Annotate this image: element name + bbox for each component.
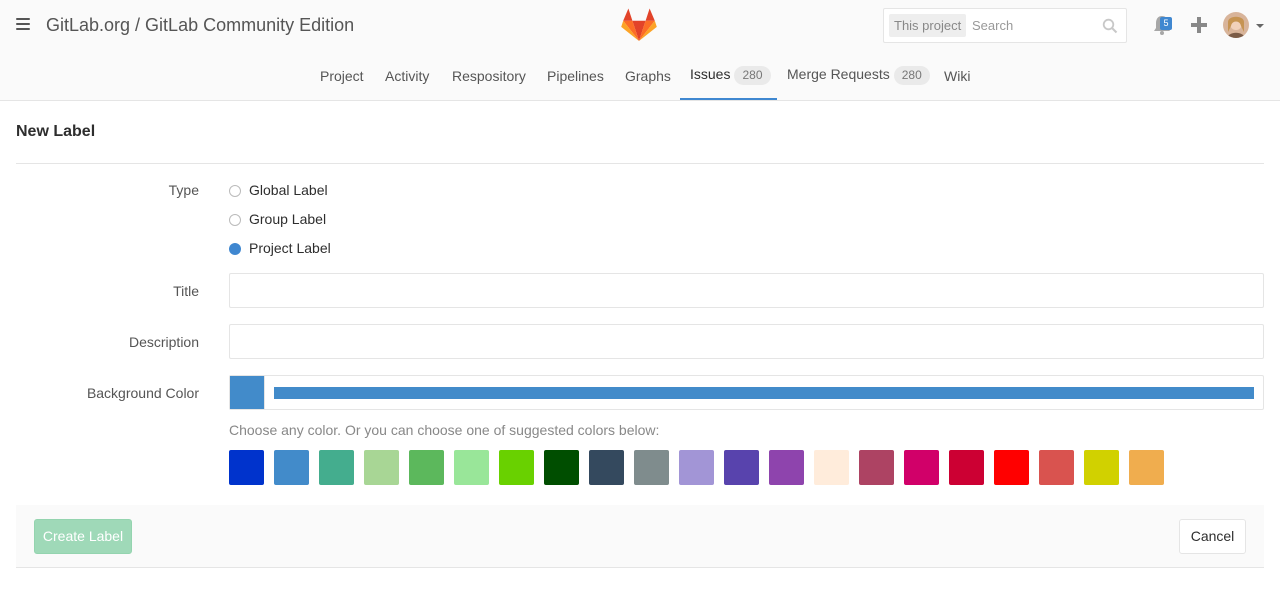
tab-activity[interactable]: Activity <box>385 68 429 84</box>
color-swatch[interactable] <box>1129 450 1164 485</box>
suggested-colors <box>229 450 1169 485</box>
tab-label: Activity <box>385 68 430 84</box>
create-label-button[interactable]: Create Label <box>34 519 132 554</box>
selected-color-preview[interactable] <box>230 376 265 409</box>
color-swatch[interactable] <box>769 450 804 485</box>
form-actions: Create Label Cancel <box>16 505 1264 568</box>
color-swatch[interactable] <box>319 450 354 485</box>
color-value-bar[interactable] <box>274 387 1254 399</box>
color-swatch[interactable] <box>454 450 489 485</box>
tab-label: Wiki <box>944 68 971 84</box>
top-header: GitLab.org / GitLab Community Edition Th… <box>0 0 1280 101</box>
tab-repository[interactable]: Respository <box>452 68 526 84</box>
notification-badge[interactable]: 5 <box>1160 17 1172 30</box>
tab-wiki[interactable]: Wiki <box>944 68 970 84</box>
color-swatch[interactable] <box>634 450 669 485</box>
background-color-input[interactable] <box>229 375 1264 410</box>
color-swatch[interactable] <box>589 450 624 485</box>
radio-button-checked[interactable] <box>229 243 241 255</box>
menu-icon[interactable] <box>16 18 30 32</box>
color-swatch[interactable] <box>859 450 894 485</box>
cancel-button[interactable]: Cancel <box>1179 519 1246 554</box>
radio-button[interactable] <box>229 185 241 197</box>
tab-pipelines[interactable]: Pipelines <box>547 68 604 84</box>
radio-button[interactable] <box>229 214 241 226</box>
tab-label: Project <box>320 68 364 84</box>
search-icon <box>1102 18 1118 34</box>
tab-label: Respository <box>452 68 526 84</box>
search-box[interactable]: This project Search <box>883 8 1127 43</box>
issues-count-badge: 280 <box>734 66 771 85</box>
title-input[interactable] <box>229 273 1264 308</box>
color-swatch[interactable] <box>1084 450 1119 485</box>
color-hint: Choose any color. Or you can choose one … <box>229 422 660 438</box>
color-swatch[interactable] <box>1039 450 1074 485</box>
chevron-down-icon[interactable] <box>1256 24 1264 28</box>
color-swatch[interactable] <box>724 450 759 485</box>
avatar[interactable] <box>1223 12 1249 38</box>
color-swatch[interactable] <box>904 450 939 485</box>
tab-label: Pipelines <box>547 68 604 84</box>
description-input[interactable] <box>229 324 1264 359</box>
type-label: Type <box>168 182 199 198</box>
color-swatch[interactable] <box>409 450 444 485</box>
merge-requests-count-badge: 280 <box>893 66 930 85</box>
tab-graphs[interactable]: Graphs <box>625 68 671 84</box>
search-scope-badge[interactable]: This project <box>889 14 967 37</box>
tab-label: Merge Requests <box>787 66 890 82</box>
tab-issues[interactable]: Issues 280 <box>690 66 771 85</box>
color-swatch[interactable] <box>544 450 579 485</box>
color-swatch[interactable] <box>994 450 1029 485</box>
plus-icon[interactable] <box>1190 16 1208 34</box>
tab-project[interactable]: Project <box>320 68 364 84</box>
tab-label: Issues <box>690 66 731 82</box>
title-label: Title <box>173 283 199 299</box>
background-color-label: Background Color <box>86 385 199 401</box>
divider <box>16 163 1264 164</box>
color-swatch[interactable] <box>814 450 849 485</box>
active-tab-indicator <box>680 98 777 100</box>
color-swatch[interactable] <box>364 450 399 485</box>
page-title: New Label <box>16 123 96 140</box>
color-swatch[interactable] <box>274 450 309 485</box>
tab-label: Graphs <box>625 68 671 84</box>
description-label: Description <box>128 334 199 350</box>
radio-label: Global Label <box>249 182 328 198</box>
project-title[interactable]: GitLab.org / GitLab Community Edition <box>46 15 354 36</box>
color-swatch[interactable] <box>949 450 984 485</box>
color-swatch[interactable] <box>679 450 714 485</box>
color-swatch[interactable] <box>499 450 534 485</box>
radio-label: Project Label <box>249 240 331 256</box>
project-nav: Project Activity Respository Pipelines G… <box>0 52 1280 101</box>
radio-label: Group Label <box>249 211 327 227</box>
color-swatch[interactable] <box>229 450 264 485</box>
search-input[interactable]: Search <box>972 18 1013 33</box>
gitlab-logo-icon[interactable] <box>621 8 657 42</box>
tab-merge-requests[interactable]: Merge Requests 280 <box>787 66 930 85</box>
